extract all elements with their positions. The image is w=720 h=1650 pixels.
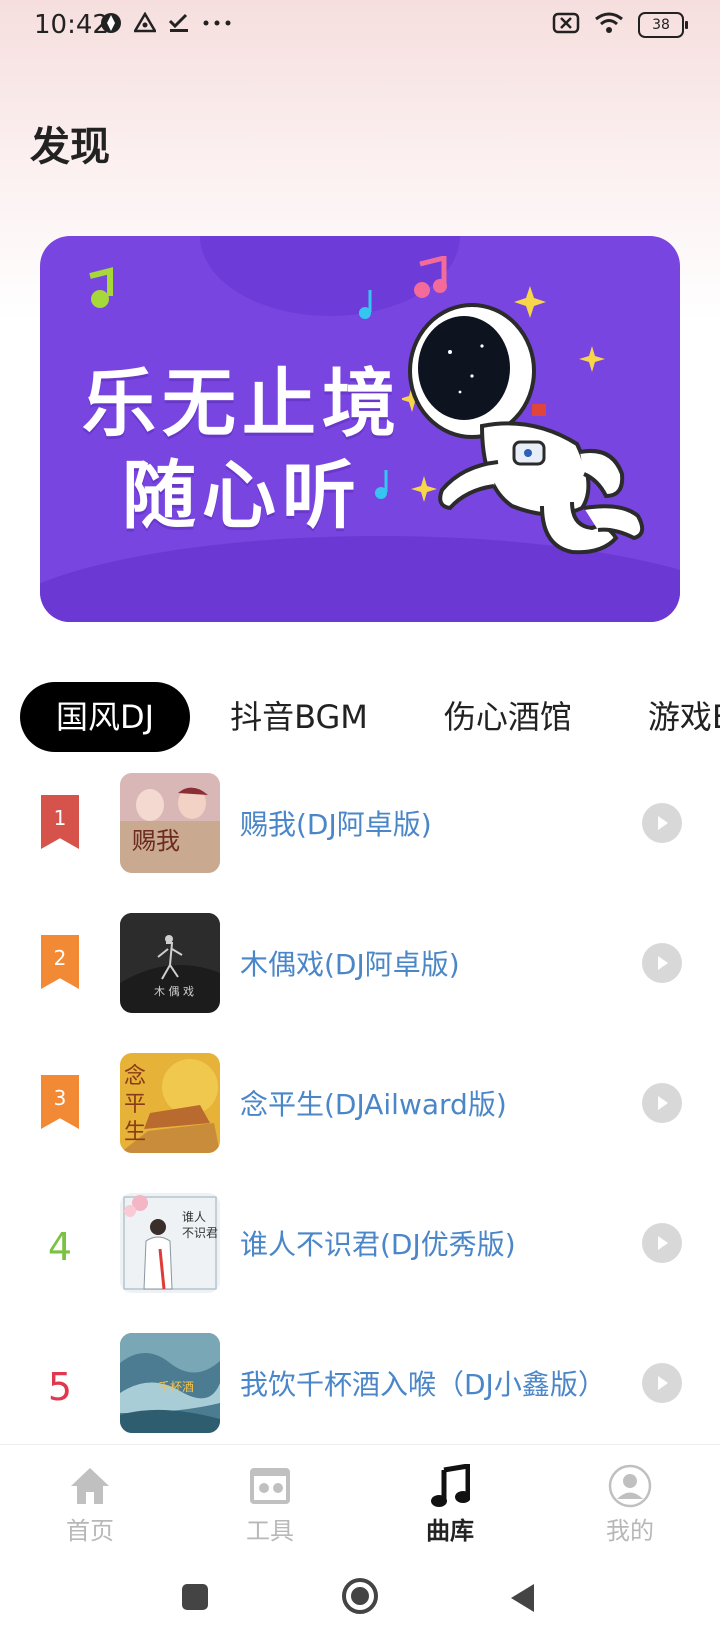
album-cover: 千杯酒 (120, 1333, 220, 1433)
svg-text:念: 念 (124, 1064, 146, 1089)
user-icon (570, 1463, 690, 1509)
list-item[interactable]: 1 赐我 赐我(DJ阿卓版) (0, 765, 720, 905)
astronaut-illustration (402, 286, 645, 555)
song-title: 我饮千杯酒入喉（DJ小鑫版） (240, 1368, 606, 1401)
song-list: 1 赐我 赐我(DJ阿卓版) 2 木 偶 戏 木偶戏(DJ阿卓版) 3 念 平 … (0, 765, 720, 1465)
wifi-icon (594, 12, 624, 38)
svg-text:木 偶 戏: 木 偶 戏 (154, 985, 194, 998)
album-cover: 木 偶 戏 (120, 913, 220, 1013)
back-button[interactable] (508, 1582, 538, 1618)
back-icon (511, 1584, 534, 1612)
album-cover: 赐我 (120, 773, 220, 873)
play-button[interactable] (642, 943, 682, 983)
tools-icon (210, 1463, 330, 1509)
rank-badge: 2 (41, 935, 79, 989)
bottom-nav: 首页 工具 曲库 我的 (0, 1444, 720, 1555)
category-tabs: 国风DJ抖音BGM伤心酒馆游戏BGM (20, 682, 720, 752)
song-title: 念平生(DJAilward版) (240, 1088, 507, 1121)
play-icon (658, 1096, 668, 1110)
list-item[interactable]: 4 谁人 不识君 谁人不识君(DJ优秀版) (0, 1185, 720, 1325)
rank-badge: 3 (41, 1075, 79, 1129)
tab-douyin-bgm[interactable]: 抖音BGM (194, 682, 404, 752)
status-right-icons: 38 (552, 12, 688, 38)
nav-profile[interactable]: 我的 (570, 1463, 690, 1546)
music-note-icon (359, 290, 372, 319)
rank-number: 5 (47, 1365, 73, 1409)
system-nav-bar (0, 1560, 720, 1650)
album-cover: 谁人 不识君 (120, 1193, 220, 1293)
promo-banner[interactable]: 乐无止境 随心听 (40, 236, 680, 622)
svg-text:千杯酒: 千杯酒 (158, 1380, 194, 1394)
song-title: 木偶戏(DJ阿卓版) (240, 948, 460, 981)
status-time: 10:42 (34, 10, 109, 40)
rank-badge: 1 (41, 795, 79, 849)
home-icon (30, 1463, 150, 1509)
play-icon (658, 1376, 668, 1390)
tab-shangxin-jiuguan[interactable]: 伤心酒馆 (408, 682, 608, 752)
sim-x-icon (552, 12, 580, 38)
nav-label: 曲库 (426, 1517, 474, 1545)
album-cover: 念 平 生 (120, 1053, 220, 1153)
recents-button[interactable] (180, 1582, 210, 1616)
play-icon (658, 816, 668, 830)
svg-text:谁人: 谁人 (182, 1210, 206, 1224)
list-item[interactable]: 2 木 偶 戏 木偶戏(DJ阿卓版) (0, 905, 720, 1045)
nav-home[interactable]: 首页 (30, 1463, 150, 1546)
nav-label: 工具 (246, 1517, 294, 1545)
svg-text:不识君: 不识君 (182, 1226, 218, 1240)
circle-icon (342, 1578, 378, 1614)
status-bar: 10:42 38 (0, 0, 720, 56)
home-button[interactable] (340, 1576, 380, 1620)
tab-guofeng-dj[interactable]: 国风DJ (20, 682, 191, 752)
page-title: 发现 (30, 124, 110, 170)
nav-library[interactable]: 曲库 (390, 1463, 510, 1546)
square-icon (182, 1584, 208, 1610)
battery-icon: 38 (638, 12, 688, 38)
play-icon (658, 1236, 668, 1250)
music-note-icon (390, 1463, 510, 1509)
list-item[interactable]: 3 念 平 生 念平生(DJAilward版) (0, 1045, 720, 1185)
play-button[interactable] (642, 803, 682, 843)
nav-label: 我的 (606, 1517, 654, 1545)
app-icon (100, 12, 122, 38)
song-title: 谁人不识君(DJ优秀版) (240, 1228, 516, 1261)
check-icon (168, 12, 190, 38)
alert-icon (132, 11, 158, 38)
tab-youxi-bgm[interactable]: 游戏BGM (612, 682, 720, 752)
banner-subheadline: 随心听 (122, 453, 362, 539)
music-note-icon (375, 470, 388, 499)
nav-label: 首页 (66, 1517, 114, 1545)
song-title: 赐我(DJ阿卓版) (240, 808, 432, 841)
more-icon (202, 12, 232, 38)
banner-headline: 乐无止境 (82, 361, 402, 447)
nav-tools[interactable]: 工具 (210, 1463, 330, 1546)
play-button[interactable] (642, 1223, 682, 1263)
play-button[interactable] (642, 1363, 682, 1403)
status-left-icons (100, 11, 232, 38)
play-icon (658, 956, 668, 970)
music-note-icon (89, 267, 113, 308)
svg-text:赐我: 赐我 (132, 827, 180, 855)
svg-text:平: 平 (124, 1092, 146, 1117)
play-button[interactable] (642, 1083, 682, 1123)
rank-number: 4 (47, 1225, 73, 1269)
svg-text:生: 生 (124, 1120, 146, 1145)
